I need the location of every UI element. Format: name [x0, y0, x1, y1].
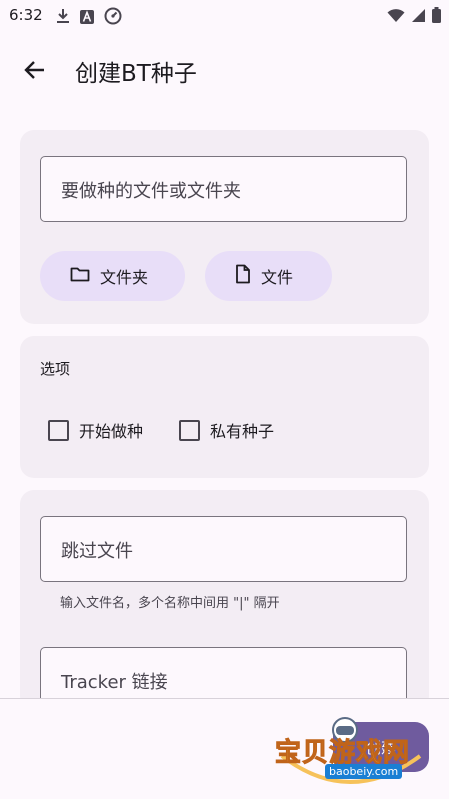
details-card: 跳过文件 输入文件名，多个名称中间用 "|" 隔开 Tracker 链接	[20, 490, 429, 713]
file-button-label: 文件	[261, 268, 294, 287]
tracker-url-placeholder: Tracker 链接	[61, 672, 168, 693]
start-seeding-checkbox[interactable]: 开始做种	[48, 418, 143, 442]
skip-files-helper: 输入文件名，多个名称中间用 "|" 隔开	[60, 596, 280, 611]
start-seeding-label: 开始做种	[79, 422, 144, 441]
watermark: 宝贝游戏网 baobeiy.com	[270, 706, 430, 792]
skip-files-field[interactable]: 跳过文件	[40, 516, 407, 582]
battery-icon	[432, 7, 441, 27]
skip-files-placeholder: 跳过文件	[61, 541, 133, 562]
options-title: 选项	[40, 360, 71, 378]
file-button[interactable]: 文件	[205, 251, 332, 301]
folder-button-label: 文件夹	[100, 268, 149, 287]
status-bar: 6:32	[0, 0, 449, 32]
source-path-placeholder: 要做种的文件或文件夹	[61, 181, 241, 202]
private-torrent-checkbox[interactable]: 私有种子	[179, 418, 274, 442]
folder-button[interactable]: 文件夹	[40, 251, 185, 301]
private-torrent-label: 私有种子	[210, 422, 275, 441]
watermark-url: baobeiy.com	[325, 764, 403, 779]
arrow-left-icon[interactable]	[22, 58, 48, 82]
file-icon	[235, 264, 251, 288]
app-bar: 创建BT种子	[0, 40, 449, 100]
speedometer-icon	[104, 7, 122, 29]
download-icon	[56, 8, 70, 28]
page-title: 创建BT种子	[75, 61, 197, 87]
folder-icon	[70, 266, 90, 286]
checkbox-box[interactable]	[179, 419, 200, 441]
options-card: 选项 开始做种 私有种子	[20, 336, 429, 478]
font-a-icon	[80, 9, 94, 28]
source-card: 要做种的文件或文件夹 文件夹 文件	[20, 130, 429, 324]
wifi-icon	[387, 8, 405, 27]
checkbox-box[interactable]	[48, 419, 69, 441]
source-path-field[interactable]: 要做种的文件或文件夹	[40, 156, 407, 222]
signal-icon	[411, 8, 426, 27]
status-time: 6:32	[9, 6, 43, 24]
